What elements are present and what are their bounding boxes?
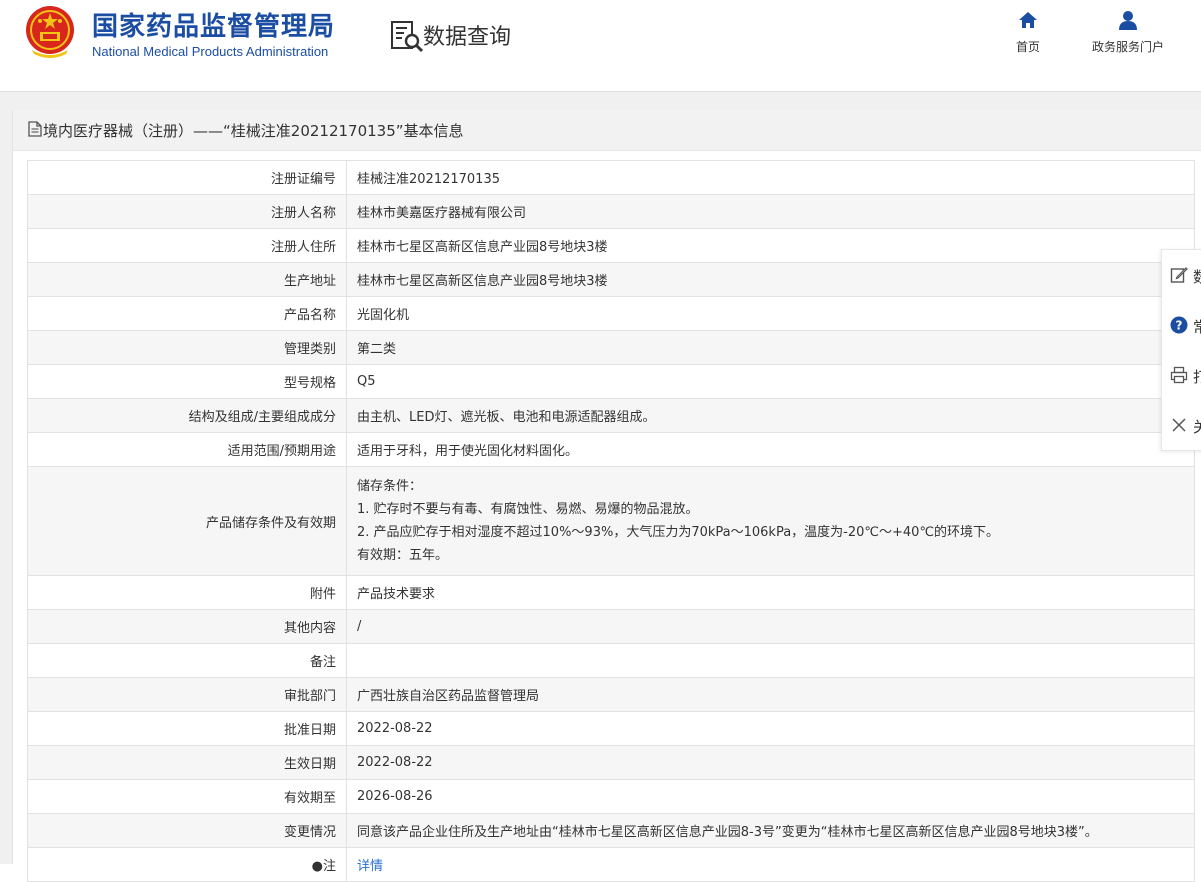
- table-row: 适用范围/预期用途 适用于牙科，用于使光固化材料固化。: [27, 432, 1195, 467]
- row-label: 备注: [27, 643, 347, 678]
- table-row: ●注 详情: [27, 847, 1195, 882]
- panel-title: 境内医疗器械（注册）——“桂械注准20212170135”基本信息: [43, 122, 464, 140]
- row-value: 适用于牙科，用于使光固化材料固化。: [346, 432, 1195, 467]
- row-label: ●注: [27, 847, 347, 882]
- close-icon: [1172, 418, 1186, 432]
- org-name-cn: 国家药品监督管理局: [92, 12, 336, 42]
- faq-button[interactable]: ? 常: [1162, 300, 1201, 350]
- row-value: 广西壮族自治区药品监督管理局: [346, 677, 1195, 712]
- table-row: 生效日期 2022-08-22: [27, 745, 1195, 780]
- home-icon: [1019, 12, 1037, 28]
- document-icon: [28, 121, 42, 137]
- row-label: 型号规格: [27, 364, 347, 399]
- site-header: 国家药品监督管理局 National Medical Products Admi…: [0, 0, 1201, 92]
- table-row: 结构及组成/主要组成成分 由主机、LED灯、遮光板、电池和电源适配器组成。: [27, 398, 1195, 433]
- table-row: 注册人名称 桂林市美嘉医疗器械有限公司: [27, 194, 1195, 229]
- panel-header: 境内医疗器械（注册）——“桂械注准20212170135”基本信息: [13, 110, 1201, 151]
- row-value: 桂林市七星区高新区信息产业园8号地块3楼: [346, 228, 1195, 263]
- nav-portal-link[interactable]: 政务服务门户: [1080, 10, 1176, 55]
- row-label: 注册人住所: [27, 228, 347, 263]
- nav-portal-label: 政务服务门户: [1091, 40, 1164, 54]
- row-value: 光固化机: [346, 296, 1195, 331]
- close-button[interactable]: 关: [1162, 400, 1201, 450]
- data-query-icon: [391, 21, 424, 53]
- row-label: 批准日期: [27, 711, 347, 746]
- table-row: 其他内容 /: [27, 609, 1195, 644]
- table-row: 注册人住所 桂林市七星区高新区信息产业园8号地块3楼: [27, 228, 1195, 263]
- storage-conditions-value: 储存条件： 1. 贮存时不要与有毒、有腐蚀性、易燃、易爆的物品混放。 2. 产品…: [346, 466, 1195, 576]
- help-icon: ?: [1170, 316, 1188, 334]
- row-label: 注册人名称: [27, 194, 347, 229]
- row-label: 结构及组成/主要组成成分: [27, 398, 347, 433]
- row-value: Q5: [346, 364, 1195, 399]
- row-label: 产品储存条件及有效期: [27, 466, 347, 576]
- nav-home-label: 首页: [1015, 40, 1040, 54]
- row-label: 有效期至: [27, 779, 347, 814]
- row-value: 同意该产品企业住所及生产地址由“桂林市七星区高新区信息产业园8-3号”变更为“桂…: [346, 813, 1195, 848]
- table-row: 管理类别 第二类: [27, 330, 1195, 365]
- table-row: 有效期至 2026-08-26: [27, 779, 1195, 814]
- table-row: 审批部门 广西壮族自治区药品监督管理局: [27, 677, 1195, 712]
- row-value: 2022-08-22: [346, 711, 1195, 746]
- row-value: 桂林市美嘉医疗器械有限公司: [346, 194, 1195, 229]
- user-icon: [1119, 11, 1137, 30]
- table-row: 生产地址 桂林市七星区高新区信息产业园8号地块3楼: [27, 262, 1195, 297]
- row-label: 其他内容: [27, 609, 347, 644]
- table-row: 产品储存条件及有效期 储存条件： 1. 贮存时不要与有毒、有腐蚀性、易燃、易爆的…: [27, 466, 1195, 576]
- details-link[interactable]: 详情: [357, 859, 383, 874]
- nav-home-link[interactable]: 首页: [1008, 10, 1048, 55]
- row-label: 产品名称: [27, 296, 347, 331]
- row-value: 桂械注准20212170135: [346, 160, 1195, 195]
- row-label: 附件: [27, 575, 347, 610]
- row-value: 产品技术要求: [346, 575, 1195, 610]
- national-emblem-icon: [26, 6, 74, 58]
- row-value: 2026-08-26: [346, 779, 1195, 814]
- toolbar-label: 数: [1193, 268, 1201, 286]
- toolbar-label: 关: [1193, 418, 1201, 436]
- storage-line: 有效期：五年。: [357, 548, 449, 563]
- storage-line: 2. 产品应贮存于相对湿度不超过10%～93%，大气压力为70kPa～106kP…: [357, 525, 1000, 540]
- row-label: 注册证编号: [27, 160, 347, 195]
- table-row: 注册证编号 桂械注准20212170135: [27, 160, 1195, 195]
- print-icon: [1170, 366, 1188, 384]
- data-query-title: 数据查询: [423, 25, 512, 50]
- row-value: /: [346, 609, 1195, 644]
- row-label: 管理类别: [27, 330, 347, 365]
- row-value: 2022-08-22: [346, 745, 1195, 780]
- toolbar-label: 打: [1193, 368, 1201, 386]
- row-value: [346, 643, 1195, 678]
- table-row: 备注: [27, 643, 1195, 678]
- row-value: 桂林市七星区高新区信息产业园8号地块3楼: [346, 262, 1195, 297]
- table-row: 附件 产品技术要求: [27, 575, 1195, 610]
- storage-line: 储存条件：: [357, 479, 423, 494]
- row-label: 适用范围/预期用途: [27, 432, 347, 467]
- table-row: 型号规格 Q5: [27, 364, 1195, 399]
- row-label: 审批部门: [27, 677, 347, 712]
- toolbar-label: 常: [1193, 318, 1201, 336]
- row-value: 详情: [346, 847, 1195, 882]
- row-label: 生产地址: [27, 262, 347, 297]
- feedback-button[interactable]: 数: [1162, 250, 1201, 300]
- org-name-en: National Medical Products Administration: [92, 44, 329, 59]
- storage-line: 1. 贮存时不要与有毒、有腐蚀性、易燃、易爆的物品混放。: [357, 502, 699, 517]
- row-label: 变更情况: [27, 813, 347, 848]
- svg-text:?: ?: [1176, 319, 1183, 333]
- basic-info-table: 注册证编号 桂械注准20212170135 注册人名称 桂林市美嘉医疗器械有限公…: [27, 160, 1195, 882]
- row-value: 第二类: [346, 330, 1195, 365]
- row-label: 生效日期: [27, 745, 347, 780]
- table-row: 变更情况 同意该产品企业住所及生产地址由“桂林市七星区高新区信息产业园8-3号”…: [27, 813, 1195, 848]
- row-value: 由主机、LED灯、遮光板、电池和电源适配器组成。: [346, 398, 1195, 433]
- table-row: 批准日期 2022-08-22: [27, 711, 1195, 746]
- edit-icon: [1170, 267, 1188, 283]
- floating-toolbar: 数 ? 常 打 关: [1161, 249, 1201, 451]
- print-button[interactable]: 打: [1162, 350, 1201, 400]
- table-row: 产品名称 光固化机: [27, 296, 1195, 331]
